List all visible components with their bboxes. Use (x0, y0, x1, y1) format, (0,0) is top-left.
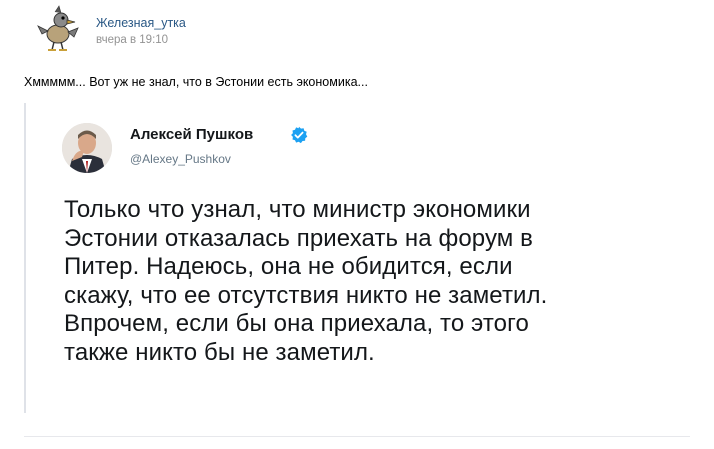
tweet-author-handle: @Alexey_Pushkov (130, 152, 231, 166)
post-timestamp[interactable]: вчера в 19:10 (96, 34, 168, 46)
tweet-text-line: скажу, что ее отсутствия никто не замети… (64, 281, 548, 309)
tweet-text-line: Впрочем, если бы она приехала, то этого (64, 310, 529, 337)
tweet-text-line: Питер. Надеюсь, она не обидится, если (64, 253, 513, 280)
duck-avatar-icon[interactable] (28, 4, 88, 54)
tweet-text-line: также никто бы не заметил. (64, 338, 375, 366)
post-card: Железная_утка вчера в 19:10 Хммммм... Во… (0, 0, 714, 449)
tweet-text-line: Только что узнал, что министр экономики (64, 196, 531, 223)
tweet-author-name: Алексей Пушков (130, 126, 254, 143)
repost-quote-bar (24, 103, 26, 413)
tweet-text: Только что узнал, что министр экономики … (64, 196, 704, 367)
post-divider (24, 436, 690, 437)
verified-badge-icon (290, 126, 308, 144)
post-text: Хммммм... Вот уж не знал, что в Эстонии … (24, 75, 368, 89)
tweet-text-line: Эстонии отказалась приехать на форум в (64, 224, 534, 252)
tweet-author-avatar (62, 123, 112, 173)
author-name-link[interactable]: Железная_утка (96, 16, 186, 30)
